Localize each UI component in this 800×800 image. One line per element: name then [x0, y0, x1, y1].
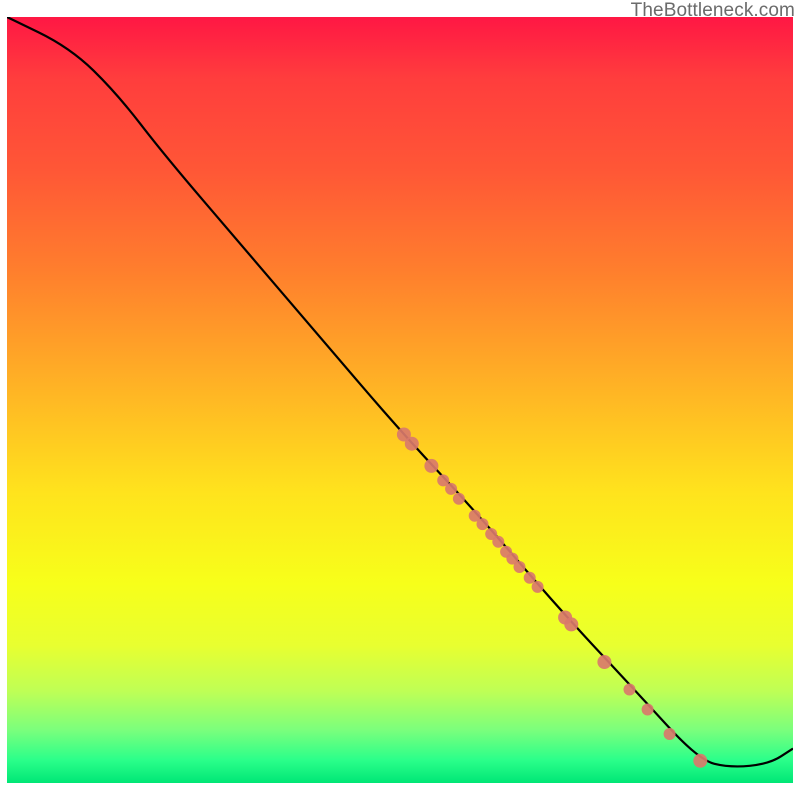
attribution-label: TheBottleneck.com	[631, 0, 795, 22]
chart-container: TheBottleneck.com	[0, 0, 800, 800]
gradient-background	[7, 17, 793, 783]
